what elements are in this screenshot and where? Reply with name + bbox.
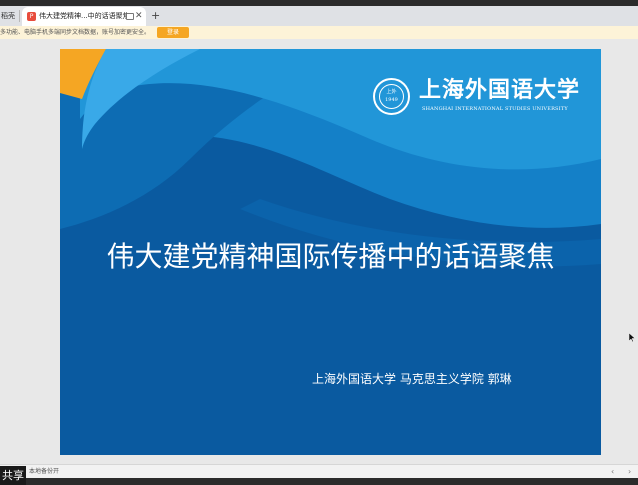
close-icon[interactable]: ✕ — [135, 7, 143, 26]
seal-line-1: 上外 — [386, 89, 397, 95]
bottom-frame — [0, 478, 638, 485]
slide-author: 上海外国语大学 马克思主义学院 郭琳 — [312, 372, 512, 386]
screen: 稻壳 P 伟大建党精神...中的话语聚焦 ✕ + 多功能、电脑手机多端同步文档数… — [0, 0, 638, 485]
university-logo: 上外 1949 上海外国语大学 SHANGHAI INTERNATIONAL S… — [373, 76, 583, 121]
slide-title: 伟大建党精神国际传播中的话语聚焦 — [106, 240, 555, 273]
seal-ring: 上外 1949 — [379, 84, 404, 109]
tab-separator — [19, 10, 20, 22]
chevron-left-icon[interactable]: ‹ — [611, 465, 614, 478]
university-seal-icon: 上外 1949 — [373, 78, 410, 115]
tab-docer[interactable]: 稻壳 — [0, 6, 19, 26]
chevron-right-icon[interactable]: › — [628, 465, 631, 478]
new-tab-button[interactable]: + — [151, 6, 160, 26]
mouse-cursor-icon — [629, 333, 635, 342]
seal-text: 上外 1949 — [380, 85, 403, 108]
university-name-cn: 上海外国语大学 — [419, 77, 581, 103]
share-indicator: 共享 — [0, 466, 26, 485]
document-canvas: 上外 1949 上海外国语大学 SHANGHAI INTERNATIONAL S… — [0, 39, 638, 464]
university-name-en: SHANGHAI INTERNATIONAL STUDIES UNIVERSIT… — [422, 106, 568, 112]
status-bar: 本地备份开 ‹ › — [0, 464, 638, 478]
tab-active-document[interactable]: P 伟大建党精神...中的话语聚焦 ✕ — [22, 7, 146, 26]
login-notice-bar: 多功能、电脑手机多端同步文档数据，账号加密更安全。 登录 — [0, 26, 638, 39]
tab-title: 伟大建党精神...中的话语聚焦 — [39, 12, 127, 20]
notice-text: 多功能、电脑手机多端同步文档数据，账号加密更安全。 — [0, 29, 151, 36]
backup-status[interactable]: 本地备份开 — [29, 465, 59, 478]
browser-tab-strip: 稻壳 P 伟大建党精神...中的话语聚焦 ✕ + — [0, 6, 638, 26]
seal-line-2: 1949 — [385, 97, 398, 103]
slide: 上外 1949 上海外国语大学 SHANGHAI INTERNATIONAL S… — [60, 49, 601, 455]
comment-icon[interactable] — [126, 13, 134, 20]
presentation-file-icon: P — [27, 12, 36, 21]
login-button[interactable]: 登录 — [157, 27, 189, 38]
